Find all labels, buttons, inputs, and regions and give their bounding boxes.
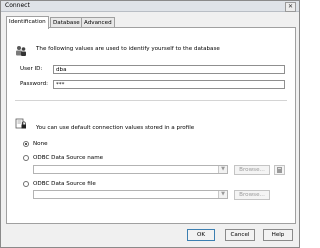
password-label: Password:: [20, 81, 49, 87]
radio-odbc-source-file-label: ODBC Data Source file: [33, 181, 96, 187]
window-title: Connect: [5, 2, 30, 9]
tab-identification[interactable]: Identification: [6, 16, 49, 29]
profile-intro: You can use default connection values st…: [36, 125, 195, 131]
radio-none[interactable]: [23, 141, 29, 147]
test-source-button[interactable]: [274, 165, 285, 175]
help-button[interactable]: Help: [263, 229, 293, 241]
browse-source-name-button[interactable]: Browse...: [234, 165, 270, 175]
server-icon: [277, 167, 282, 173]
browse-source-file-button[interactable]: Browse...: [234, 190, 270, 200]
user-id-field[interactable]: dba: [53, 65, 285, 74]
odbc-source-name-dropdown[interactable]: ▼: [33, 165, 228, 174]
people-icon: [16, 46, 26, 56]
close-button[interactable]: ✕: [285, 2, 296, 12]
identification-intro: The following values are used to identif…: [36, 46, 220, 52]
cancel-button[interactable]: Cancel: [225, 229, 255, 241]
connect-dialog: Connect ✕ Identification Database Advanc…: [0, 0, 300, 248]
radio-none-label: None: [33, 141, 48, 147]
chevron-down-icon: ▼: [218, 166, 227, 173]
ok-button[interactable]: OK: [187, 229, 215, 241]
radio-odbc-source-name-label: ODBC Data Source name: [33, 155, 104, 161]
password-field[interactable]: ***: [53, 80, 285, 89]
identification-panel: The following values are used to identif…: [6, 27, 296, 224]
chevron-down-icon: ▼: [218, 191, 227, 198]
profile-lock-icon: [15, 118, 26, 129]
user-id-label: User ID:: [20, 66, 43, 72]
close-icon: ✕: [287, 3, 294, 10]
radio-odbc-source-file[interactable]: [23, 181, 29, 187]
radio-odbc-source-name[interactable]: [23, 155, 29, 161]
section-divider: [15, 100, 287, 101]
title-bar: Connect ✕: [1, 1, 299, 12]
odbc-source-file-dropdown[interactable]: ▼: [33, 190, 228, 199]
